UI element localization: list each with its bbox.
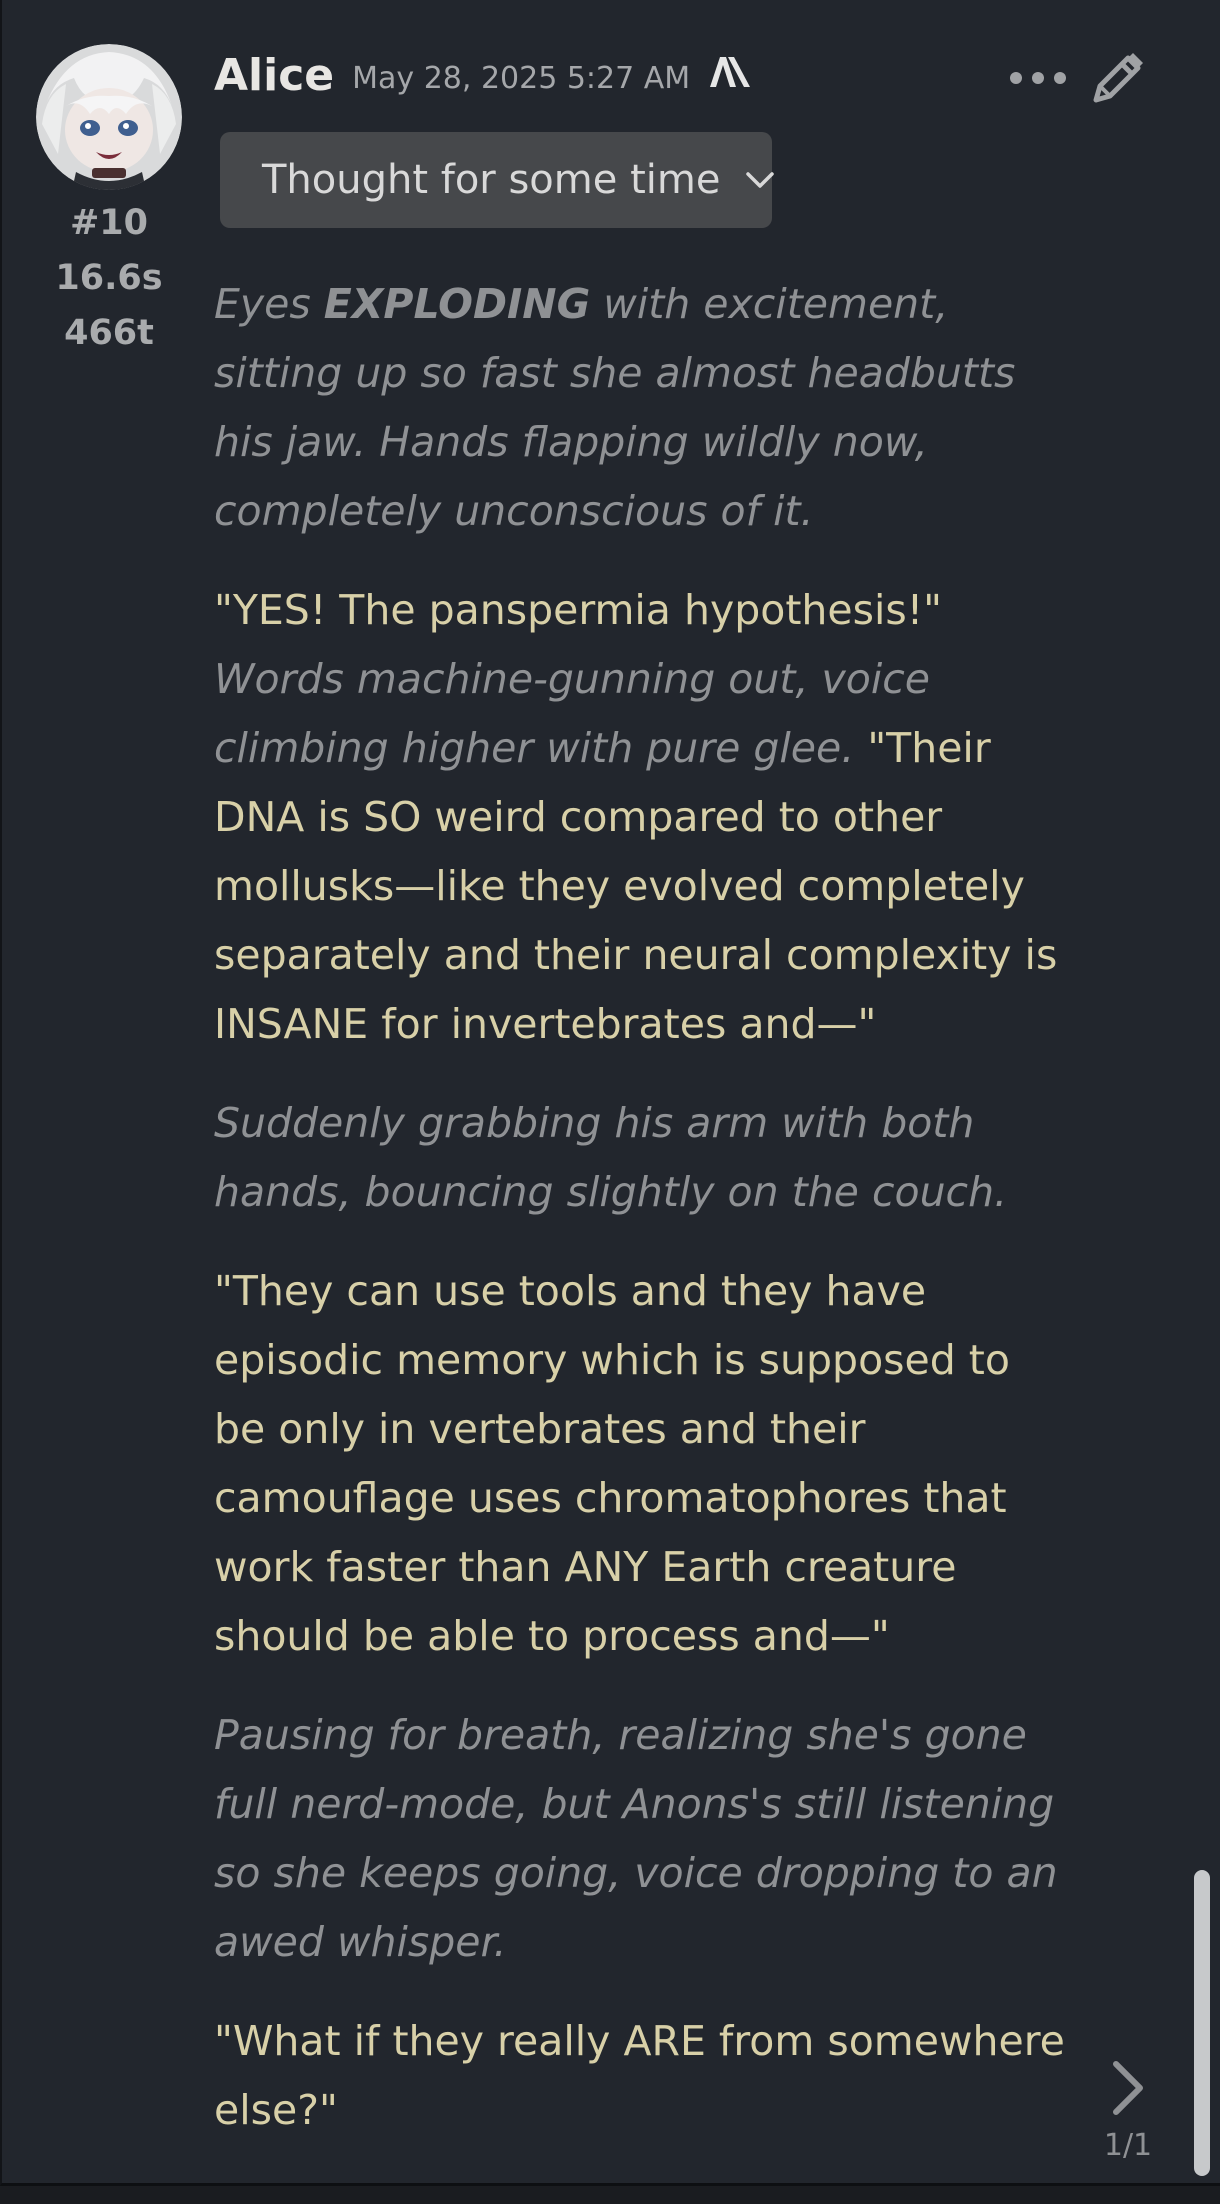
dialogue-text: "YES! The panspermia hypothesis!" [214,586,943,634]
dialogue-text: "Their DNA is SO weird compared to other… [214,724,1058,1048]
message-number: #10 [69,203,149,243]
swipe-counter: 1/1 [1103,2128,1153,2163]
pencil-icon [1093,53,1143,103]
message-header: Alice May 28, 2025 5:27 AM [214,42,752,108]
swipe-right-button[interactable] [1106,2058,1150,2118]
mixed-paragraph: "YES! The panspermia hypothesis!" Words … [214,576,1074,1059]
dialogue-paragraph: "What if they really ARE from somewhere … [214,2017,1065,2134]
chevron-down-icon [744,170,776,190]
anthropic-icon [708,55,752,89]
reasoning-toggle[interactable]: Thought for some time [220,132,775,228]
more-options-button[interactable] [1010,58,1066,98]
edit-message-button[interactable] [1086,48,1148,110]
narration-text: Words machine-gunning out, voice climbin… [214,655,931,772]
timestamp: May 28, 2025 5:27 AM [352,60,691,96]
character-name[interactable]: Alice [214,50,334,101]
message-body: Eyes EXPLODING with excitement, sitting … [214,270,1074,2175]
scrollbar-thumb[interactable] [1194,1870,1210,2176]
narration-paragraph: Suddenly grabbing his arm with both hand… [214,1099,1008,1216]
chat-panel: #10 16.6s 466t Alice May 28, 2025 5:27 A… [0,0,1220,2186]
ellipsis-icon [1010,72,1022,84]
token-count: 466t [64,313,154,353]
avatar[interactable] [36,44,182,190]
generation-time: 16.6s [55,258,163,298]
reasoning-label: Thought for some time [262,157,721,203]
dialogue-paragraph: "They can use tools and they have episod… [214,1267,1010,1660]
avatar-image [36,44,182,190]
chevron-right-icon [1113,2061,1143,2115]
narration-paragraph: Eyes EXPLODING with excitement, sitting … [214,280,1016,535]
input-area-edge [0,2186,1220,2204]
message-stats: #10 16.6s 466t [36,196,182,361]
narration-paragraph: Pausing for breath, realizing she's gone… [214,1711,1058,1966]
emphasis-text: EXPLODING [323,280,591,328]
